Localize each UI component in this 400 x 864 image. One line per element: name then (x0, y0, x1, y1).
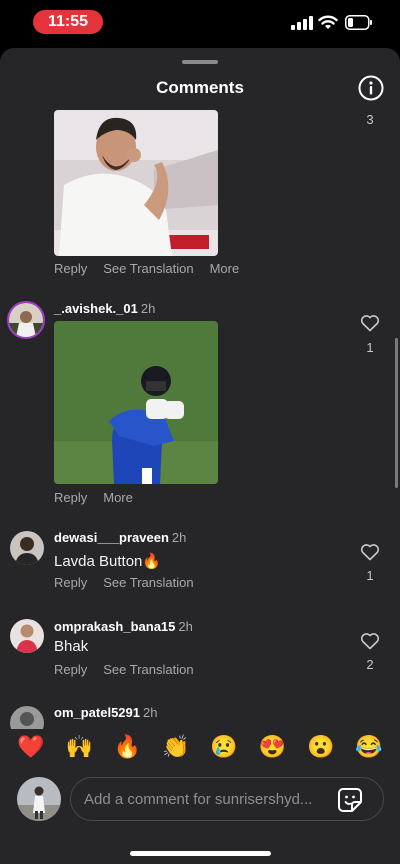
sheet-grabber[interactable] (182, 60, 218, 64)
scrollbar[interactable] (395, 338, 398, 488)
comment-actions: Reply See Translation More (54, 261, 239, 276)
comment-username[interactable]: _.avishek._01 2h (54, 301, 155, 316)
comment-actions: Reply More (54, 490, 133, 505)
more-button[interactable]: More (103, 490, 133, 505)
emoji-fire[interactable]: 🔥 (112, 734, 144, 760)
heart-icon[interactable] (360, 543, 380, 561)
comment-actions: Reply See Translation (54, 575, 194, 590)
emoji-crying[interactable]: 😢 (208, 734, 240, 760)
see-translation-button[interactable]: See Translation (103, 662, 193, 677)
comment-text: Bhak (54, 638, 89, 655)
comment-gif[interactable] (54, 321, 218, 484)
emoji-raised-hands[interactable]: 🙌 (63, 734, 95, 760)
emoji-reaction-bar: ❤️ 🙌 🔥 👏 😢 😍 😮 😂 (0, 729, 400, 765)
signal-icon (291, 16, 313, 30)
comment-username[interactable]: dewasi___praveen 2h (54, 530, 186, 545)
emoji-heart-eyes[interactable]: 😍 (256, 734, 288, 760)
reply-button[interactable]: Reply (54, 490, 87, 505)
comment-composer (70, 777, 384, 821)
comment-text: Lavda Button🔥 (54, 553, 162, 570)
emoji-surprised[interactable]: 😮 (305, 734, 337, 760)
emoji-laughing[interactable]: 😂 (353, 734, 385, 760)
sheet-title: Comments (156, 78, 244, 97)
comment-like-count: 1 (366, 340, 374, 355)
battery-icon (345, 15, 372, 30)
reply-button[interactable]: Reply (54, 662, 87, 677)
heart-icon[interactable] (360, 314, 380, 332)
see-translation-button[interactable]: See Translation (103, 575, 193, 590)
status-time[interactable]: 11:55 (33, 10, 103, 34)
emoji-heart[interactable]: ❤️ (15, 734, 47, 760)
comment-input[interactable] (84, 778, 324, 820)
wifi-icon (318, 15, 338, 29)
status-bar: 11:55 (0, 0, 400, 48)
comment-username[interactable]: omprakash_bana15 2h (54, 619, 193, 634)
avatar[interactable] (7, 301, 45, 339)
avatar[interactable] (10, 619, 44, 653)
comment-like-count: 3 (366, 112, 374, 127)
home-indicator[interactable] (130, 851, 271, 856)
comment-like-count: 1 (366, 568, 374, 583)
heart-icon[interactable] (360, 632, 380, 650)
more-button[interactable]: More (210, 261, 240, 276)
see-translation-button[interactable]: See Translation (103, 261, 193, 276)
emoji-clapping[interactable]: 👏 (160, 734, 192, 760)
comment-username[interactable]: om_patel5291 2h (54, 705, 157, 720)
comment-like-count: 2 (366, 657, 374, 672)
reply-button[interactable]: Reply (54, 261, 87, 276)
comment-actions: Reply See Translation (54, 662, 194, 677)
reply-button[interactable]: Reply (54, 575, 87, 590)
sticker-icon[interactable] (337, 787, 363, 813)
avatar[interactable] (10, 531, 44, 565)
comment-list[interactable]: 3 Reply See Translation More _.avishek._… (0, 110, 400, 765)
comment-gif[interactable] (54, 110, 218, 256)
composer-avatar[interactable] (17, 777, 61, 821)
info-icon[interactable] (358, 75, 384, 101)
